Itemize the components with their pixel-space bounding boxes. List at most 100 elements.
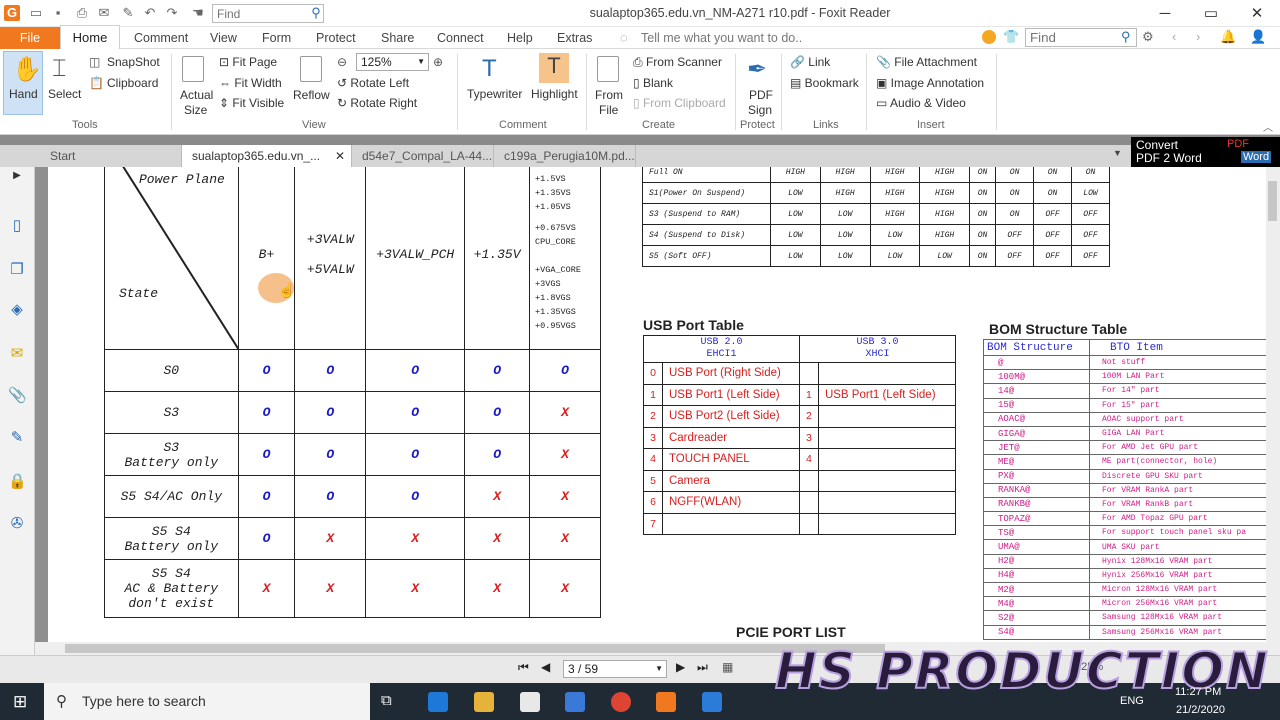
tab-document-3[interactable]: c199a_Perugia10M.pd... [494,145,636,167]
user-icon[interactable]: 👤 [1250,29,1266,45]
vertical-scroll-thumb[interactable] [1268,181,1277,221]
comments-icon[interactable]: ✉ [8,344,26,362]
from-file-label1[interactable]: From [595,88,623,102]
tell-me-box[interactable]: Tell me what you want to do.. [641,27,802,49]
hand-tool-icon[interactable]: ☚ [190,5,206,21]
bookmark-button[interactable]: ▤ Bookmark [790,76,859,90]
pages-icon[interactable]: ▯ [8,216,26,234]
tab-document-2[interactable]: d54e7_Compal_LA-44... [352,145,494,167]
convert-pdf-banner[interactable]: Convert PDF 2 Word PDF Word [1131,137,1280,167]
gear-icon[interactable]: ⚙ [1142,29,1154,45]
windows-start-icon[interactable]: ⊞ [13,692,27,712]
file-attachment-button[interactable]: 📎 File Attachment [876,55,977,69]
from-file-label2[interactable]: File [599,103,618,117]
app-icon[interactable] [565,692,585,712]
tab-view[interactable]: View [210,27,237,49]
tab-connect[interactable]: Connect [437,27,484,49]
horizontal-scroll-thumb[interactable] [65,644,885,653]
skin-icon[interactable]: 👕 [1003,29,1019,45]
feedback-icon[interactable] [982,30,996,44]
search-icon[interactable]: ⚲ [308,5,324,21]
pdf-sign-label1[interactable]: PDF [749,88,773,102]
taskbar-search[interactable]: Type here to search [44,683,370,720]
collapse-ribbon-icon[interactable]: ︿ [1263,119,1273,134]
file-menu[interactable]: File [0,27,60,49]
minimize-button[interactable]: ─ [1142,0,1188,27]
close-button[interactable]: ✕ [1234,0,1280,27]
bom-structure: UMA@ [983,539,1090,555]
find-search-icon[interactable]: ⚲ [1121,29,1131,45]
audio-video-button[interactable]: ▭ Audio & Video [876,96,966,110]
copy-icon[interactable]: ❐ [8,260,26,278]
first-page-icon[interactable]: ⏮ [518,660,529,675]
undo-icon[interactable]: ↶ [142,5,158,21]
open-icon[interactable]: ▭ [28,5,44,21]
signal-value: LOW [770,203,821,225]
tools-icon[interactable]: ✇ [8,514,26,532]
signature-icon[interactable]: ✎ [8,428,26,446]
image-annotation-button[interactable]: ▣ Image Annotation [876,76,984,90]
fit-visible-button[interactable]: ⇕ Fit Visible [219,96,284,110]
foxit-taskbar-icon[interactable] [656,692,676,712]
tab-list-icon[interactable]: ▼ [1113,148,1122,158]
task-view-icon[interactable]: ⧉ [381,692,392,709]
tab-extras[interactable]: Extras [557,27,592,49]
layers-icon[interactable]: ◈ [8,300,26,318]
edge-icon[interactable] [428,692,448,712]
fit-page-button[interactable]: ⊡ Fit Page [219,55,277,69]
last-page-icon[interactable]: ⏭ [697,660,708,675]
tab-form[interactable]: Form [262,27,291,49]
tab-share[interactable]: Share [381,27,414,49]
chrome-icon[interactable] [611,692,631,712]
page-number-input[interactable]: 3 / 59 ▼ [563,660,667,678]
print-icon[interactable]: ⎙ [74,5,90,21]
pdf-sign-label2[interactable]: Sign [748,103,772,117]
clipboard-button[interactable]: Clipboard [107,76,158,90]
tab-protect[interactable]: Protect [316,27,356,49]
select-button[interactable]: Select [48,87,81,101]
from-scanner-button[interactable]: ⎙ From Scanner [633,55,722,70]
close-tab-icon[interactable]: ✕ [335,145,345,167]
vertical-scrollbar[interactable] [1266,167,1280,655]
store-icon[interactable] [520,692,540,712]
typewriter-button[interactable]: Typewriter [467,87,522,101]
next-page-icon[interactable]: ▶ [676,660,685,674]
tab-start[interactable]: Start [40,145,182,167]
redo-icon[interactable]: ↷ [164,5,180,21]
zoom-out-icon[interactable]: ⊖ [337,55,347,69]
fit-width-button[interactable]: ⇔ Fit Width [219,76,282,90]
tab-document-active[interactable]: sualaptop365.edu.vn_... ✕ [182,145,352,167]
maximize-button[interactable]: ▭ [1188,0,1234,27]
expand-panel-icon[interactable]: ▶ [8,170,26,188]
snapshot-button[interactable]: SnapShot [107,55,160,69]
clock-time[interactable]: 11:27 PM [1175,686,1221,698]
link-button[interactable]: 🔗 Link [790,55,830,69]
prev-page-icon[interactable]: ◀ [541,660,550,674]
reflow-button[interactable]: Reflow [293,88,330,102]
new-icon[interactable]: ✎ [120,5,136,21]
from-clipboard-button[interactable]: ▯ From Clipboard [633,96,726,110]
forward-icon[interactable]: › [1196,29,1200,44]
back-icon[interactable]: ‹ [1172,29,1176,44]
file-explorer-icon[interactable] [474,692,494,712]
rotate-right-button[interactable]: ↻ Rotate Right [337,96,417,110]
tab-help[interactable]: Help [507,27,533,49]
email-icon[interactable]: ✉ [96,5,112,21]
bell-icon[interactable]: 🔔 [1220,29,1236,45]
clock-date[interactable]: 21/2/2020 [1176,704,1225,716]
attachment-icon[interactable]: 📎 [8,386,27,404]
tab-home[interactable]: Home [60,25,120,50]
tab-comment[interactable]: Comment [134,27,188,49]
zoom-in-icon[interactable]: ⊕ [433,55,443,69]
actual-size-label2[interactable]: Size [184,103,207,117]
view-mode-icon[interactable]: ▦ [722,660,733,674]
save-icon[interactable]: ▪ [50,5,66,21]
blank-button[interactable]: ▯ Blank [633,76,673,90]
state-value: O [294,433,367,476]
teamviewer-icon[interactable] [702,692,722,712]
highlight-button[interactable]: Highlight [531,87,578,101]
lock-icon[interactable]: 🔒 [8,472,27,490]
rotate-left-button[interactable]: ↺ Rotate Left [337,76,409,90]
zoom-select[interactable]: 125% ▼ [356,53,429,71]
actual-size-label1[interactable]: Actual [180,88,213,102]
